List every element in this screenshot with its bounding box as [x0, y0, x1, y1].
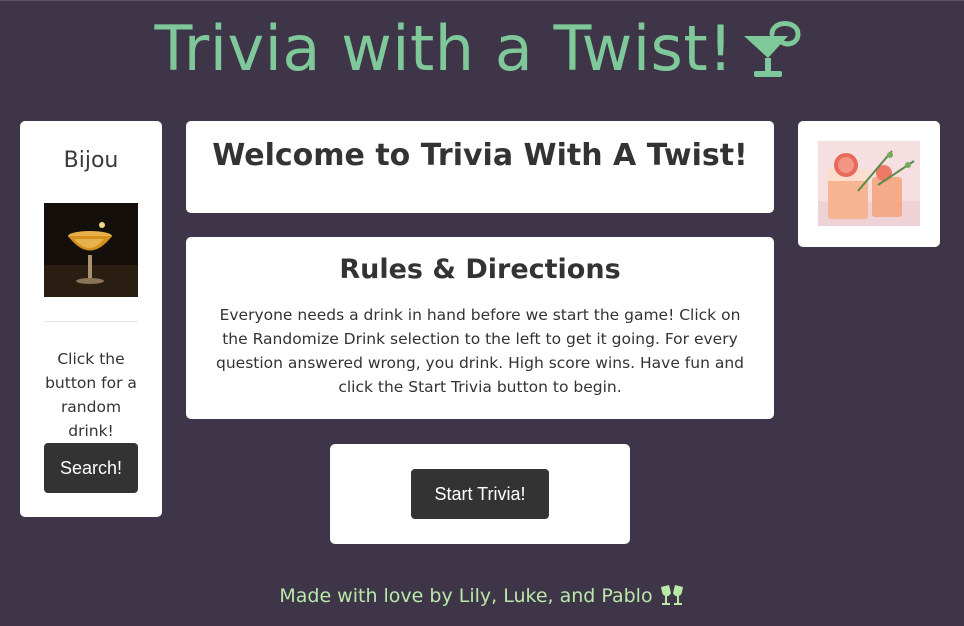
cocktail-image: [818, 141, 920, 226]
drink-image: [44, 203, 138, 297]
start-trivia-button[interactable]: Start Trivia!: [411, 469, 549, 519]
clinking-glasses-icon: [660, 585, 683, 605]
random-drink-card: Bijou Click the button for a random drin…: [20, 121, 162, 517]
rules-body: Everyone needs a drink in hand before we…: [216, 306, 744, 396]
cocktail-image-card: [798, 121, 940, 247]
page-header: Trivia with a Twist!: [0, 6, 964, 92]
martini-icon: [743, 21, 801, 77]
rules-card: Rules & Directions Everyone needs a drin…: [186, 237, 774, 419]
page-title: Trivia with a Twist!: [154, 12, 734, 85]
start-card: Start Trivia!: [330, 444, 630, 544]
rules-title: Rules & Directions: [339, 254, 621, 285]
footer: Made with love by Lily, Luke, and Pablo: [0, 584, 964, 607]
sidebar-instruction: Click the button for a random drink!: [45, 350, 137, 440]
search-button[interactable]: Search!: [44, 443, 138, 493]
drink-name: Bijou: [63, 148, 119, 173]
top-border: [0, 0, 964, 1]
welcome-card: Welcome to Trivia With A Twist!: [186, 121, 774, 213]
footer-text: Made with love by Lily, Luke, and Pablo: [279, 585, 653, 607]
welcome-title: Welcome to Trivia With A Twist!: [212, 138, 748, 173]
sidebar-divider: [44, 321, 138, 322]
